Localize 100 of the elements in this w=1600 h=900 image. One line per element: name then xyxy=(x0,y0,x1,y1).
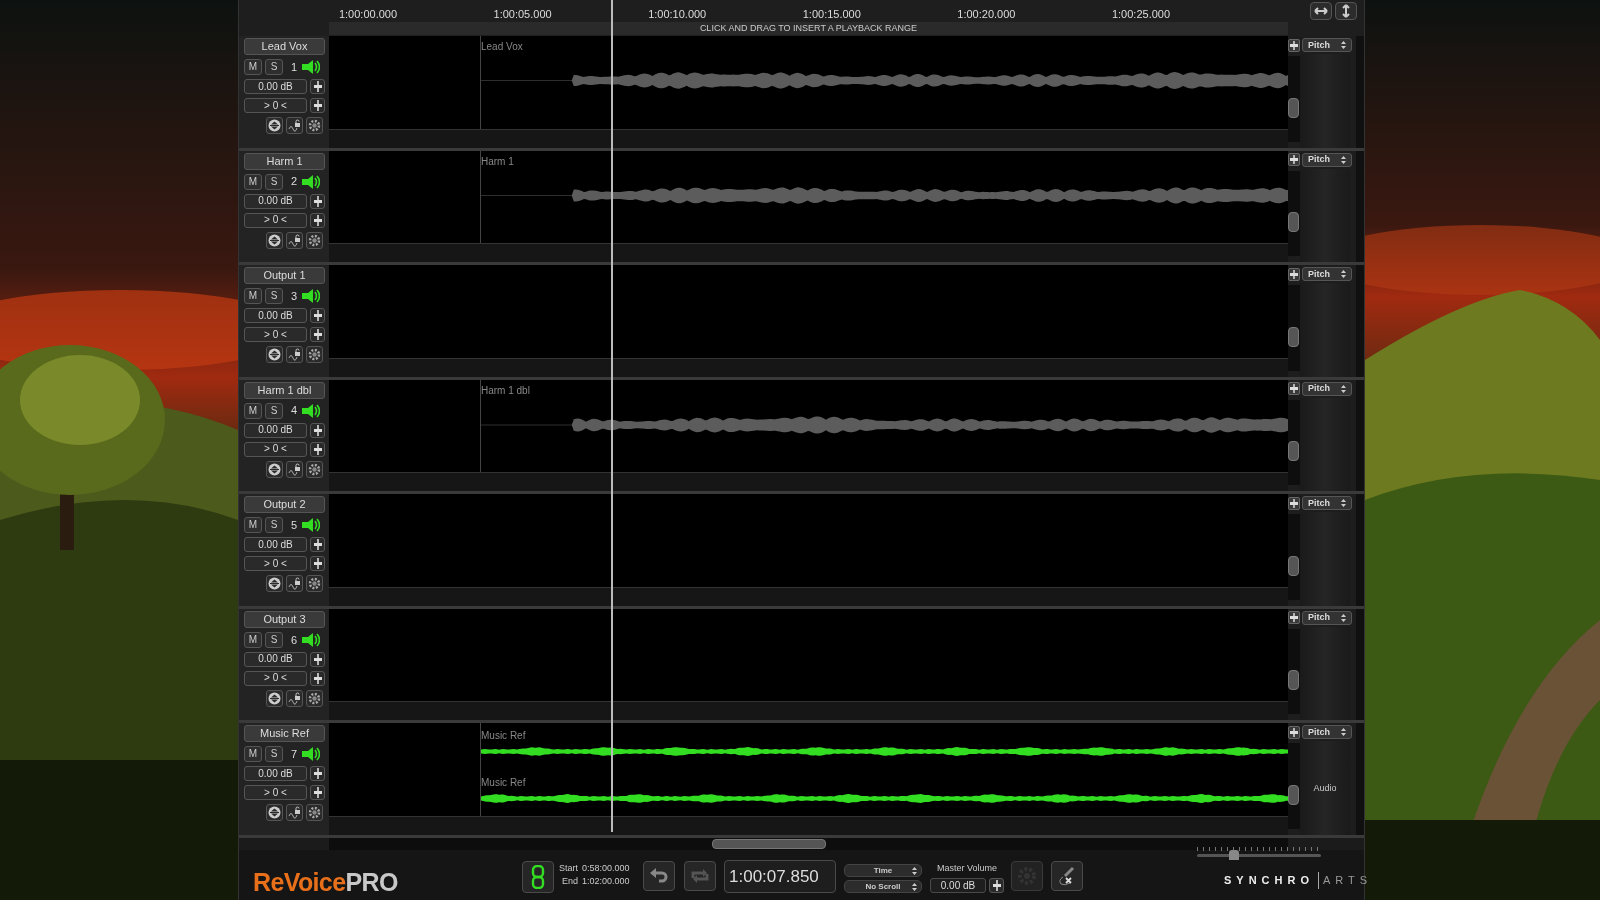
track-height-button[interactable] xyxy=(266,575,283,593)
vertical-scroll-thumb[interactable] xyxy=(1288,555,1299,576)
vertical-scroll-thumb[interactable] xyxy=(1288,785,1299,806)
mute-button[interactable]: M xyxy=(244,631,262,648)
track-lane[interactable]: Lead Vox xyxy=(329,36,1288,129)
speaker-icon[interactable] xyxy=(302,631,321,648)
add-editor-button[interactable] xyxy=(1288,38,1300,52)
volume-field[interactable]: 0.00 dB xyxy=(244,193,307,209)
editor-dropdown[interactable]: Pitch xyxy=(1302,152,1352,167)
settings-button[interactable] xyxy=(306,117,323,134)
track-name-button[interactable]: Harm 1 dbl xyxy=(244,381,325,399)
speaker-icon[interactable] xyxy=(302,517,321,534)
volume-field[interactable]: 0.00 dB xyxy=(244,79,307,94)
pan-fader-button[interactable] xyxy=(310,785,325,801)
horizontal-scroll-thumb[interactable] xyxy=(712,839,826,849)
pan-field[interactable]: > 0 < xyxy=(244,785,307,801)
pan-field[interactable]: > 0 < xyxy=(244,556,307,572)
volume-fader-button[interactable] xyxy=(310,422,325,438)
vertical-scrollbar[interactable] xyxy=(1288,170,1300,257)
track-name-button[interactable]: Output 3 xyxy=(244,610,325,628)
track-height-button[interactable] xyxy=(266,231,283,249)
track-name-button[interactable]: Harm 1 xyxy=(244,152,325,170)
editor-dropdown[interactable]: Pitch xyxy=(1302,610,1352,625)
scrollbar-track[interactable] xyxy=(1356,265,1364,377)
pan-field[interactable]: > 0 < xyxy=(244,212,307,228)
scrollbar-track[interactable] xyxy=(1356,723,1364,836)
volume-fader-button[interactable] xyxy=(310,537,325,553)
pan-fader-button[interactable] xyxy=(310,441,325,457)
volume-fader-button[interactable] xyxy=(310,308,325,324)
mute-button[interactable]: M xyxy=(244,173,262,190)
track-lane[interactable]: Harm 1 dbl xyxy=(329,379,1288,473)
pan-field[interactable]: > 0 < xyxy=(244,441,307,457)
vertical-scroll-thumb[interactable] xyxy=(1288,212,1299,233)
volume-fader-button[interactable] xyxy=(310,651,325,667)
settings-button[interactable] xyxy=(306,689,323,707)
add-editor-button[interactable] xyxy=(1288,153,1300,167)
track-height-button[interactable] xyxy=(266,460,283,478)
solo-button[interactable]: S xyxy=(265,517,283,534)
solo-button[interactable]: S xyxy=(265,59,283,75)
lock-button[interactable] xyxy=(286,689,303,707)
mute-button[interactable]: M xyxy=(244,746,262,763)
speaker-icon[interactable] xyxy=(302,173,321,190)
input-off-button[interactable] xyxy=(1051,861,1083,891)
track-height-button[interactable] xyxy=(266,346,283,364)
solo-button[interactable]: S xyxy=(265,631,283,648)
settings-button[interactable] xyxy=(306,346,323,364)
track-lane[interactable]: Music Ref Music Ref xyxy=(329,723,1288,817)
lock-button[interactable] xyxy=(286,460,303,478)
lock-button[interactable] xyxy=(286,804,303,822)
scrollbar-track[interactable] xyxy=(1356,36,1364,148)
mute-button[interactable]: M xyxy=(244,517,262,534)
editor-dropdown[interactable]: Pitch xyxy=(1302,38,1352,52)
fit-width-button[interactable] xyxy=(1310,2,1332,20)
pan-field[interactable]: > 0 < xyxy=(244,670,307,686)
vertical-scrollbar[interactable] xyxy=(1288,514,1300,600)
solo-button[interactable]: S xyxy=(265,173,283,190)
track-height-button[interactable] xyxy=(266,804,283,822)
vertical-scroll-thumb[interactable] xyxy=(1288,670,1299,691)
track-height-button[interactable] xyxy=(266,117,283,134)
settings-button[interactable] xyxy=(306,460,323,478)
pan-field[interactable]: > 0 < xyxy=(244,327,307,343)
solo-button[interactable]: S xyxy=(265,402,283,419)
scrollbar-track[interactable] xyxy=(1356,150,1364,263)
editor-dropdown[interactable]: Pitch xyxy=(1302,496,1352,511)
speaker-icon[interactable] xyxy=(302,746,321,763)
lock-button[interactable] xyxy=(286,231,303,249)
volume-field[interactable]: 0.00 dB xyxy=(244,308,307,324)
add-editor-button[interactable] xyxy=(1288,725,1300,739)
add-editor-button[interactable] xyxy=(1288,496,1300,510)
settings-button[interactable] xyxy=(306,804,323,822)
pan-fader-button[interactable] xyxy=(310,98,325,113)
vertical-scrollbar[interactable] xyxy=(1288,743,1300,830)
editor-dropdown[interactable]: Pitch xyxy=(1302,725,1352,740)
track-name-button[interactable]: Music Ref xyxy=(244,725,325,743)
track-height-button[interactable] xyxy=(266,689,283,707)
editor-dropdown[interactable]: Pitch xyxy=(1302,381,1352,396)
lock-button[interactable] xyxy=(286,346,303,364)
vertical-scrollbar[interactable] xyxy=(1288,628,1300,715)
volume-field[interactable]: 0.00 dB xyxy=(244,537,307,553)
vertical-scrollbar[interactable] xyxy=(1288,56,1300,142)
speaker-icon[interactable] xyxy=(302,288,321,305)
mute-button[interactable]: M xyxy=(244,288,262,305)
track-lane[interactable] xyxy=(329,494,1288,587)
volume-fader-button[interactable] xyxy=(310,79,325,94)
lock-button[interactable] xyxy=(286,117,303,134)
volume-field[interactable]: 0.00 dB xyxy=(244,651,307,667)
master-volume-field[interactable]: 0.00 dB xyxy=(930,878,986,893)
lock-button[interactable] xyxy=(286,575,303,593)
track-lane[interactable] xyxy=(329,608,1288,702)
volume-fader-button[interactable] xyxy=(310,766,325,782)
vertical-scroll-thumb[interactable] xyxy=(1288,97,1299,118)
editor-dropdown[interactable]: Pitch xyxy=(1302,267,1352,282)
mute-button[interactable]: M xyxy=(244,59,262,75)
vertical-scroll-thumb[interactable] xyxy=(1288,326,1299,347)
pan-fader-button[interactable] xyxy=(310,670,325,686)
track-name-button[interactable]: Output 1 xyxy=(244,267,325,285)
scrollbar-track[interactable] xyxy=(1356,379,1364,492)
display-mode-dropdown[interactable]: Time xyxy=(844,864,922,877)
settings-button[interactable] xyxy=(306,231,323,249)
solo-button[interactable]: S xyxy=(265,746,283,763)
